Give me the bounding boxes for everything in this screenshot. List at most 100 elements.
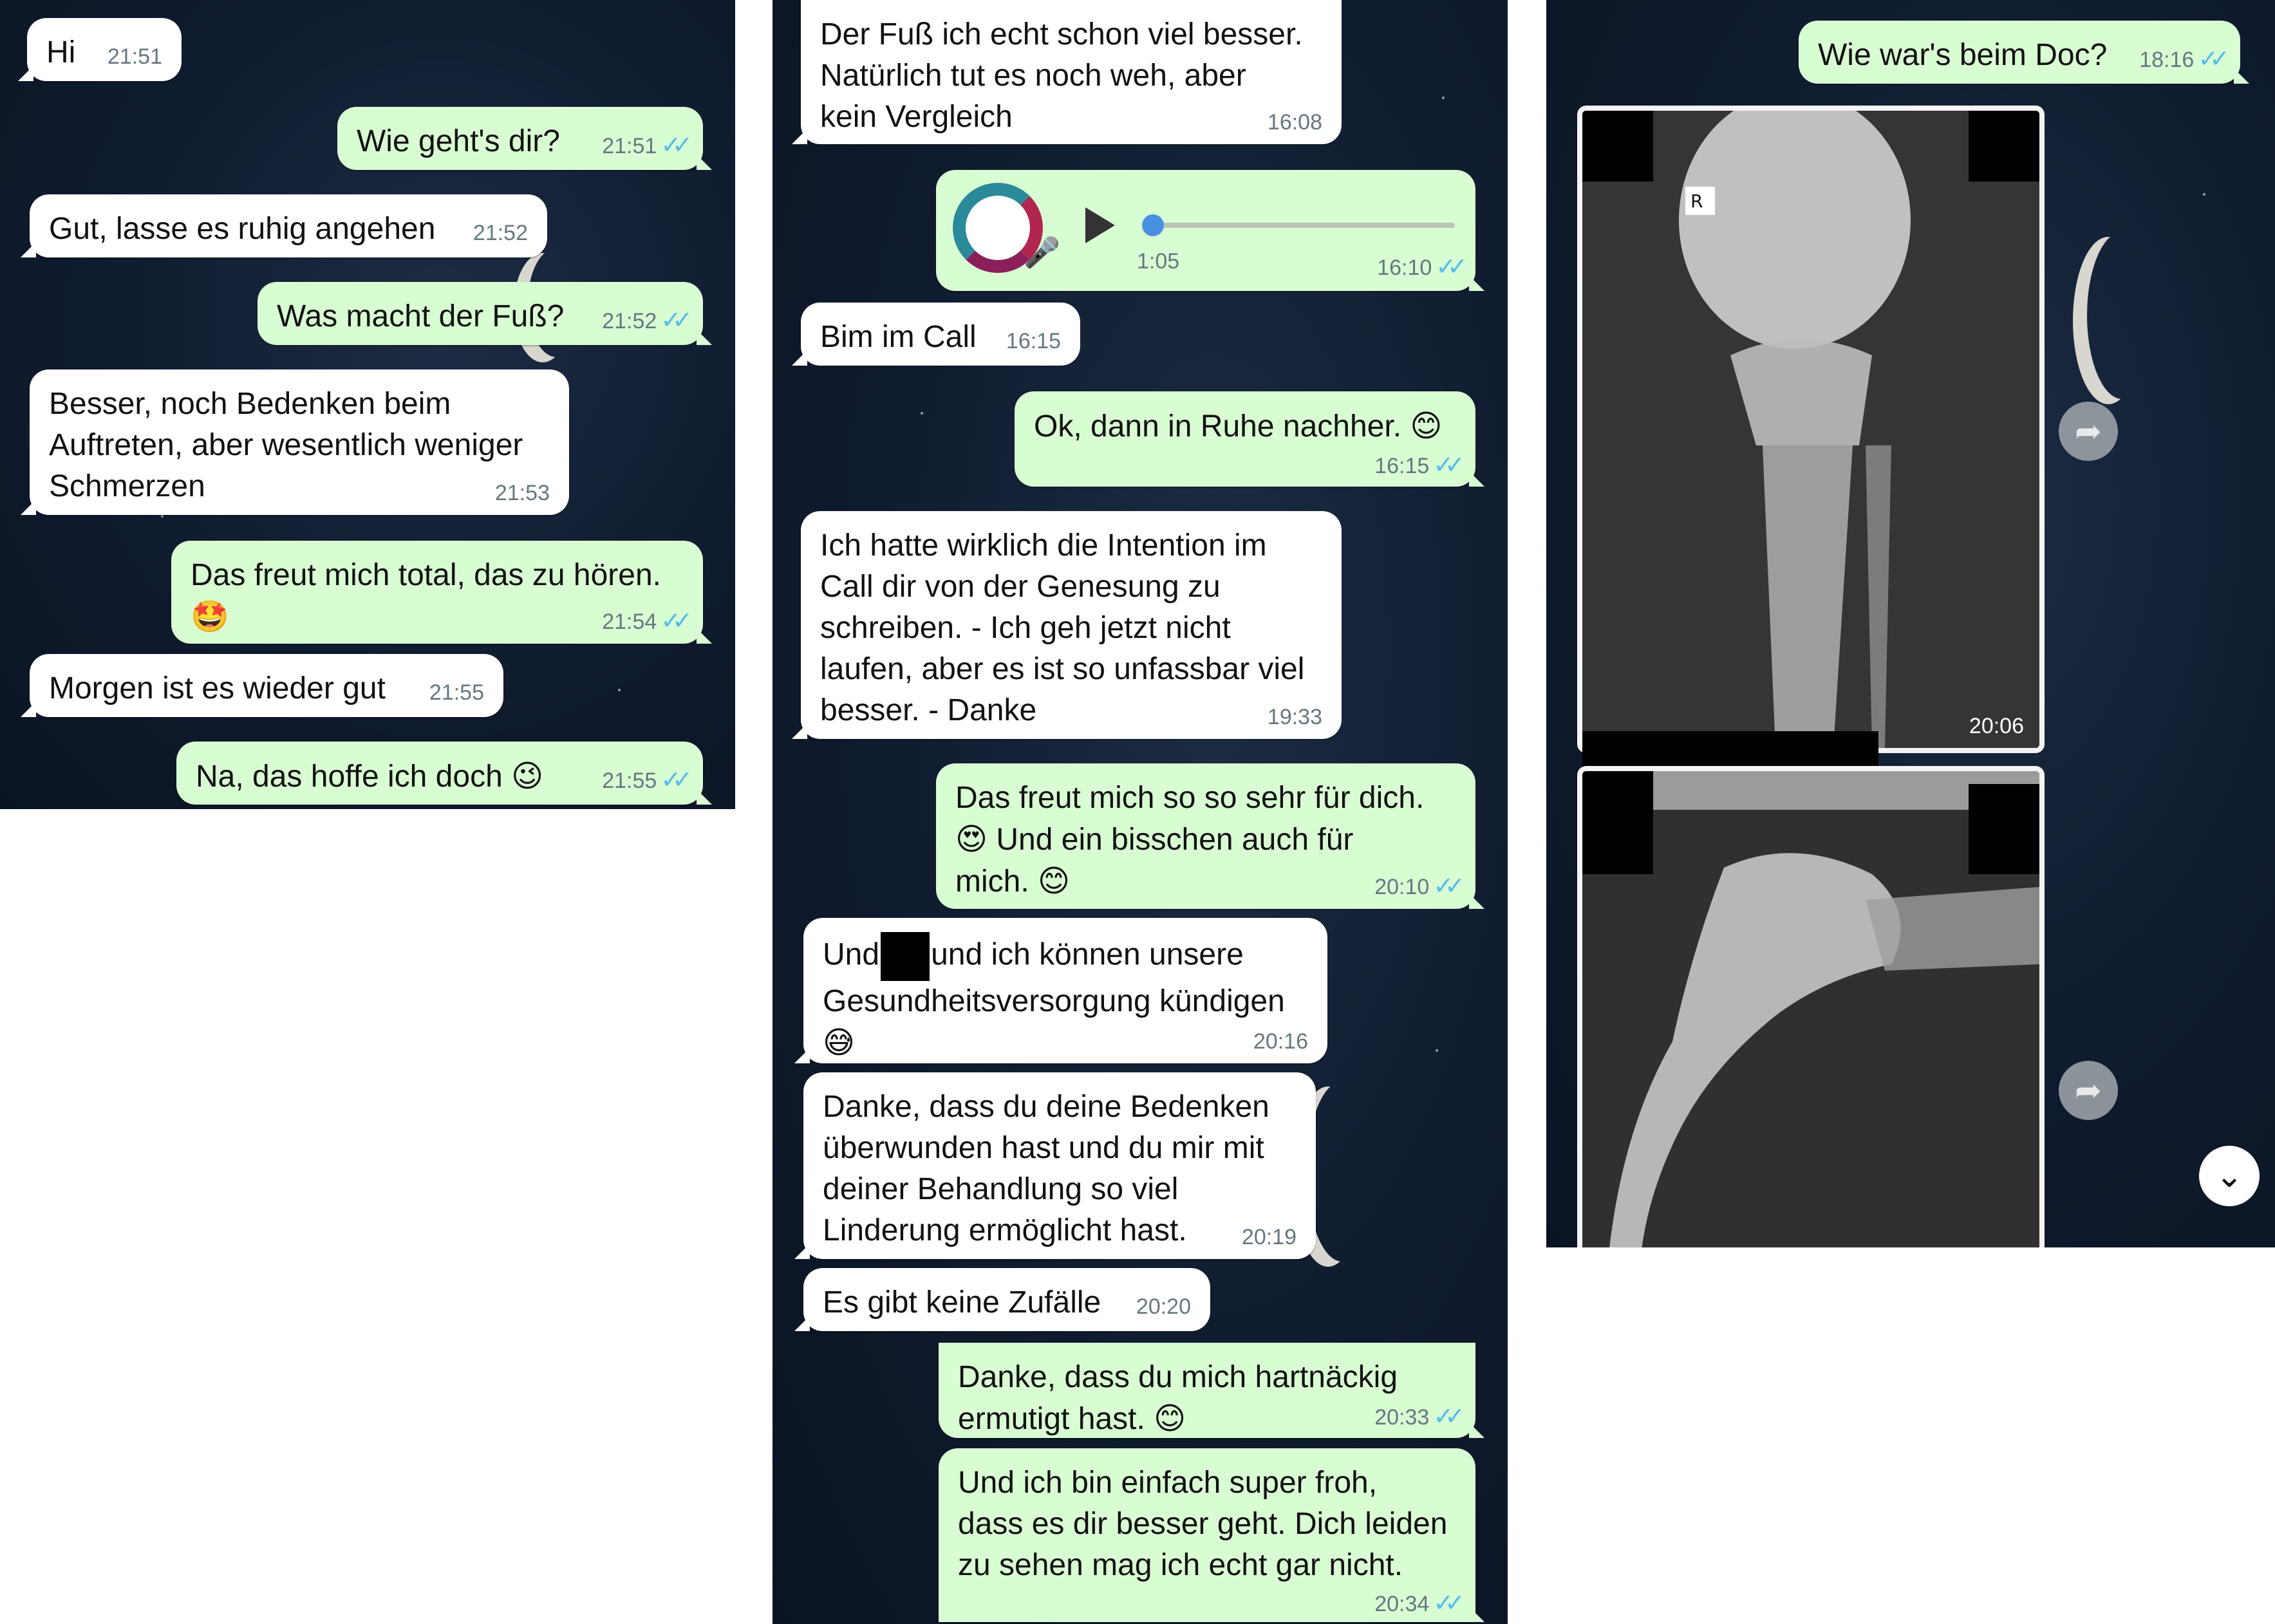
message-text: Was macht der Fuß? bbox=[277, 299, 565, 333]
xray-leg-graphic: R bbox=[1582, 111, 2039, 748]
read-ticks-icon: ✓✓ bbox=[660, 767, 693, 794]
message-incoming[interactable]: Bim im Call 16:15 bbox=[792, 303, 1080, 366]
message-time: 19:33 bbox=[1267, 705, 1322, 729]
message-incoming[interactable]: Morgen ist es wieder gut 21:55 bbox=[21, 654, 503, 717]
message-incoming[interactable]: Besser, noch Bedenken beim Auftreten, ab… bbox=[21, 369, 569, 515]
image-time: 20:06 bbox=[1969, 714, 2024, 738]
message-outgoing[interactable]: Das freut mich total, das zu hören. 🤩 21… bbox=[171, 541, 712, 644]
message-time-value: 20:33 bbox=[1374, 1405, 1430, 1430]
message-outgoing[interactable]: Danke, dass du mich hartnäckig ermutigt … bbox=[939, 1343, 1484, 1438]
star bbox=[1442, 97, 1445, 99]
message-time: 20:19 bbox=[1241, 1225, 1297, 1249]
message-time-value: 20:10 bbox=[1374, 875, 1430, 899]
smiling-face-emoji: 😊 bbox=[1410, 408, 1443, 444]
message-time: 20:20 bbox=[1136, 1294, 1191, 1319]
xray-foot-graphic bbox=[1582, 771, 2039, 1247]
xray-image-foot[interactable] bbox=[1577, 766, 2045, 1247]
star bbox=[1436, 1049, 1438, 1052]
message-time: 21:52 ✓✓ bbox=[602, 307, 693, 334]
redaction-box bbox=[881, 932, 930, 981]
message-text: Hi bbox=[46, 35, 76, 70]
play-button[interactable] bbox=[1085, 207, 1115, 243]
message-time: 21:54 ✓✓ bbox=[602, 608, 693, 635]
read-ticks-icon: ✓✓ bbox=[1433, 452, 1465, 479]
read-ticks-icon: ✓✓ bbox=[2198, 46, 2230, 73]
message-time: 20:16 bbox=[1253, 1029, 1308, 1054]
message-time: 16:15 ✓✓ bbox=[1374, 452, 1465, 479]
message-time: 21:52 bbox=[473, 221, 528, 245]
xray-image-leg[interactable]: R 20:06 bbox=[1577, 106, 2045, 753]
message-incoming[interactable]: Gut, lasse es ruhig angehen 21:52 bbox=[21, 194, 547, 257]
message-time: 21:55 ✓✓ bbox=[602, 767, 693, 794]
voice-message[interactable]: 🎤 1:05 16:10 ✓✓ bbox=[936, 170, 1484, 291]
star-struck-emoji: 🤩 bbox=[191, 599, 229, 635]
read-ticks-icon: ✓✓ bbox=[660, 132, 693, 159]
forward-icon[interactable]: ➦ bbox=[2059, 1061, 2118, 1120]
message-text: Gut, lasse es ruhig angehen bbox=[49, 212, 436, 246]
message-time: 20:10 ✓✓ bbox=[1374, 873, 1465, 900]
message-time-value: 21:51 bbox=[602, 134, 657, 158]
winking-face-emoji: 😉 bbox=[511, 758, 544, 794]
chat-panel-left: Hi 21:51 Wie geht's dir? 21:51 ✓✓ Gut, la… bbox=[0, 0, 735, 809]
read-ticks-icon: ✓✓ bbox=[1433, 1590, 1465, 1617]
message-text: Wie war's beim Doc? bbox=[1818, 38, 2108, 72]
message-incoming[interactable]: Hi 21:51 bbox=[18, 18, 182, 81]
message-time: 16:15 bbox=[1006, 329, 1061, 353]
star bbox=[2203, 193, 2205, 196]
star bbox=[618, 689, 621, 691]
message-outgoing[interactable]: Das freut mich so so sehr für dich. 😍 Un… bbox=[936, 763, 1484, 909]
grinning-sweat-emoji: 😅 bbox=[823, 1025, 856, 1061]
message-outgoing[interactable]: Wie geht's dir? 21:51 ✓✓ bbox=[337, 107, 712, 170]
message-outgoing[interactable]: Ok, dann in Ruhe nachher. 😊 16:15 ✓✓ bbox=[1015, 391, 1484, 487]
message-time: 21:55 bbox=[429, 680, 484, 705]
chevron-down-icon[interactable]: ⌄ bbox=[2199, 1146, 2260, 1206]
message-text: Danke, dass du deine Bedenken überwunden… bbox=[823, 1090, 1269, 1247]
message-outgoing[interactable]: Was macht der Fuß? 21:52 ✓✓ bbox=[257, 282, 712, 345]
message-text: Der Fuß ich echt schon viel besser. Natü… bbox=[820, 17, 1303, 134]
audio-progress-track[interactable] bbox=[1152, 223, 1455, 228]
chat-panel-right: Wie war's beim Doc? 18:16 ✓✓ R 20:06 ➦ ➦… bbox=[1546, 0, 2275, 1247]
audio-scrubber[interactable] bbox=[1142, 214, 1164, 236]
message-incoming[interactable]: Ich hatte wirklich die Intention im Call… bbox=[792, 511, 1342, 739]
message-incoming[interactable]: Es gibt keine Zufälle 20:20 bbox=[794, 1268, 1210, 1331]
message-time-value: 21:55 bbox=[602, 769, 657, 793]
message-time-value: 16:15 bbox=[1374, 454, 1430, 478]
chat-panel-middle: Der Fuß ich echt schon viel besser. Natü… bbox=[772, 0, 1508, 1624]
message-time-value: 21:52 bbox=[602, 309, 657, 333]
message-outgoing[interactable]: Wie war's beim Doc? 18:16 ✓✓ bbox=[1799, 21, 2249, 84]
message-text: Es gibt keine Zufälle bbox=[823, 1285, 1101, 1320]
read-ticks-icon: ✓✓ bbox=[1433, 873, 1465, 900]
message-time: 21:51 bbox=[107, 44, 162, 69]
message-text: Gesundheitsversorgung kündigen bbox=[823, 984, 1285, 1018]
star bbox=[161, 515, 164, 518]
message-time-value: 21:54 bbox=[602, 610, 657, 634]
read-ticks-icon: ✓✓ bbox=[1436, 254, 1468, 281]
message-text: Bim im Call bbox=[820, 320, 977, 354]
voice-duration: 1:05 bbox=[1137, 249, 1180, 274]
heart-eyes-emoji: 😍 bbox=[955, 821, 988, 857]
message-time-value: 20:34 bbox=[1374, 1592, 1430, 1616]
message-time: 18:16 ✓✓ bbox=[2139, 46, 2230, 73]
message-outgoing[interactable]: Und ich bin einfach super froh, dass es … bbox=[939, 1448, 1484, 1622]
microphone-icon: 🎤 bbox=[1024, 236, 1061, 269]
message-incoming[interactable]: Danke, dass du deine Bedenken überwunden… bbox=[794, 1072, 1316, 1259]
read-ticks-icon: ✓✓ bbox=[1433, 1403, 1465, 1430]
message-text: Ich hatte wirklich die Intention im Call… bbox=[820, 528, 1305, 727]
message-text: Wie geht's dir? bbox=[357, 124, 560, 158]
read-ticks-icon: ✓✓ bbox=[660, 307, 693, 334]
message-text: Und ich bin einfach super froh, dass es … bbox=[958, 1466, 1448, 1582]
smiling-face-emoji: 😊 bbox=[1038, 863, 1071, 899]
message-incoming[interactable]: Und und ich können unsere Gesundheitsvers… bbox=[794, 918, 1327, 1063]
message-time: 20:33 ✓✓ bbox=[1374, 1403, 1465, 1430]
message-text: Das freut mich so so sehr für dich. bbox=[955, 781, 1425, 815]
message-text: Ok, dann in Ruhe nachher. bbox=[1034, 409, 1402, 443]
moon bbox=[2087, 232, 2158, 399]
message-text: Besser, noch Bedenken beim Auftreten, ab… bbox=[49, 387, 523, 503]
message-text: Und bbox=[823, 937, 880, 972]
message-text: und ich können unsere bbox=[931, 937, 1244, 972]
message-incoming[interactable]: Der Fuß ich echt schon viel besser. Natü… bbox=[792, 0, 1342, 144]
moon bbox=[1307, 1081, 1378, 1262]
message-outgoing[interactable]: Na, das hoffe ich doch 😉 21:55 ✓✓ bbox=[176, 742, 712, 805]
star bbox=[921, 412, 923, 415]
forward-icon[interactable]: ➦ bbox=[2059, 402, 2118, 461]
